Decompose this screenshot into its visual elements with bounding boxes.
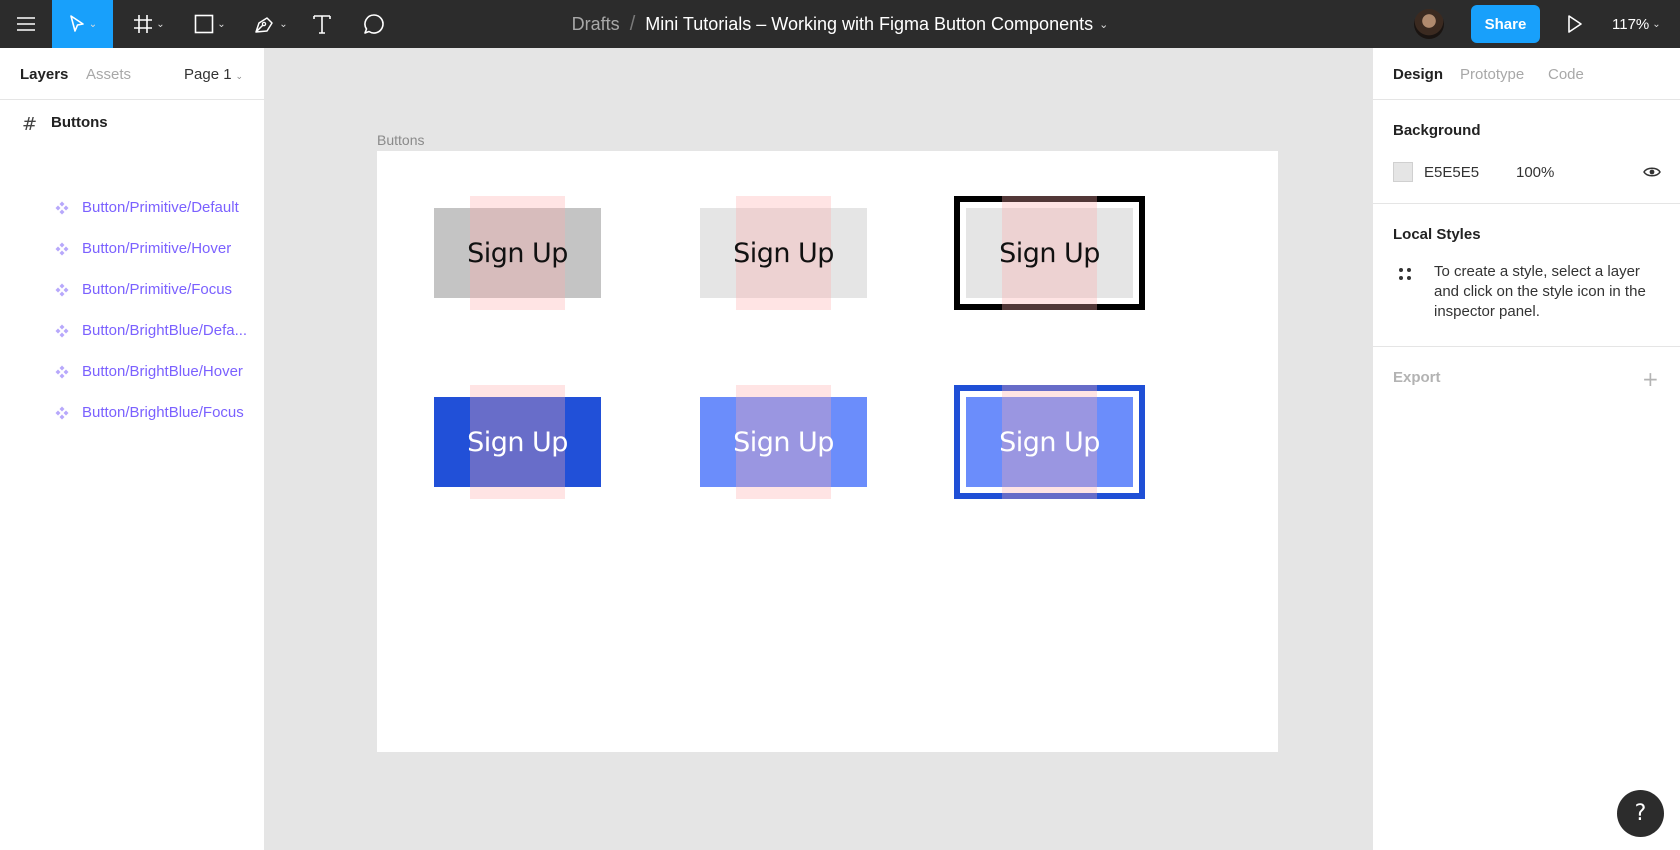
play-icon: [1568, 15, 1582, 33]
frame-icon: [134, 15, 153, 33]
layers-panel: Layers Assets Page 1 ⌄ # Buttons Button/P…: [0, 48, 265, 850]
layer-label: Buttons: [51, 114, 108, 131]
avatar[interactable]: [1414, 9, 1444, 39]
tab-assets[interactable]: Assets: [86, 66, 131, 83]
background-hex-input[interactable]: E5E5E5: [1424, 164, 1479, 181]
layer-item[interactable]: Button/BrightBlue/Focus: [0, 396, 264, 428]
pen-icon: [255, 17, 274, 33]
layer-label: Button/BrightBlue/Focus: [82, 404, 244, 421]
layer-label: Button/BrightBlue/Hover: [82, 363, 243, 380]
right-panel-tabs: Design Prototype Code: [1373, 48, 1680, 100]
eye-icon[interactable]: [1643, 164, 1661, 180]
comment-icon: [364, 14, 384, 34]
zoom-level: 117%: [1612, 15, 1650, 33]
component-icon: [55, 201, 69, 215]
file-name[interactable]: Mini Tutorials – Working with Figma Butt…: [645, 14, 1093, 35]
canvas-frame[interactable]: Sign Up Sign Up Sign Up Sign Up Sign Up Sign …: [377, 151, 1278, 752]
sign-up-button[interactable]: Sign Up: [700, 196, 867, 310]
left-panel-tabs: Layers Assets Page 1 ⌄: [0, 48, 264, 100]
menu-icon[interactable]: [0, 0, 52, 48]
share-button[interactable]: Share: [1471, 5, 1540, 43]
zoom-menu[interactable]: 117% ⌄: [1612, 0, 1661, 48]
export-heading: Export: [1393, 369, 1441, 386]
layer-label: Button/BrightBlue/Defa...: [82, 322, 248, 339]
sign-up-button[interactable]: Sign Up: [434, 196, 601, 310]
rectangle-icon: [194, 14, 214, 34]
plus-icon[interactable]: +: [1642, 367, 1659, 391]
comment-tool-button[interactable]: [358, 0, 390, 48]
chevron-down-icon: ⌄: [1652, 18, 1661, 30]
button-label: Sign Up: [999, 237, 1100, 269]
layer-item[interactable]: Button/Primitive/Default: [0, 191, 264, 223]
frame-icon: #: [22, 114, 38, 135]
background-heading: Background: [1393, 122, 1481, 139]
tab-layers[interactable]: Layers: [20, 66, 68, 83]
button-label: Sign Up: [733, 426, 834, 458]
text-tool-button[interactable]: [307, 0, 337, 48]
local-styles-heading: Local Styles: [1393, 226, 1481, 243]
background-color-swatch[interactable]: [1393, 162, 1413, 182]
layer-label: Button/Primitive/Focus: [82, 281, 233, 298]
tab-design[interactable]: Design: [1393, 66, 1443, 83]
chevron-down-icon: ⌄: [279, 18, 288, 30]
sign-up-button[interactable]: Sign Up: [966, 385, 1133, 499]
page-selector[interactable]: Page 1 ⌄: [184, 66, 243, 83]
layer-frame-buttons[interactable]: # Buttons: [0, 104, 264, 140]
sign-up-button[interactable]: Sign Up: [966, 196, 1133, 310]
layer-label: Button/Primitive/Default: [82, 199, 239, 216]
move-icon: [69, 15, 84, 32]
chevron-down-icon[interactable]: ⌄: [1099, 18, 1108, 31]
component-icon: [55, 406, 69, 420]
styles-icon: [1399, 268, 1411, 280]
background-opacity-input[interactable]: 100%: [1516, 164, 1554, 181]
page-name: Page 1: [184, 66, 232, 83]
layer-item[interactable]: Button/BrightBlue/Hover: [0, 355, 264, 387]
component-icon: [55, 283, 69, 297]
export-section: Export +: [1373, 347, 1680, 411]
breadcrumb-drafts[interactable]: Drafts: [572, 14, 620, 35]
pen-tool-button[interactable]: ⌄: [246, 0, 296, 48]
local-styles-section: Local Styles To create a style, select a…: [1373, 204, 1680, 347]
frame-tool-button[interactable]: ⌄: [124, 0, 174, 48]
move-tool-button[interactable]: ⌄: [52, 0, 113, 48]
background-section: Background E5E5E5 100%: [1373, 100, 1680, 204]
present-button[interactable]: [1562, 12, 1586, 36]
component-icon: [55, 242, 69, 256]
text-icon: [313, 15, 331, 34]
sign-up-button[interactable]: Sign Up: [700, 385, 867, 499]
sign-up-button[interactable]: Sign Up: [434, 385, 601, 499]
breadcrumb-separator: /: [629, 12, 636, 35]
design-panel: Design Prototype Code Background E5E5E5 …: [1372, 48, 1680, 850]
component-icon: [55, 365, 69, 379]
layer-item[interactable]: Button/Primitive/Focus: [0, 273, 264, 305]
button-label: Sign Up: [467, 426, 568, 458]
help-button[interactable]: ?: [1617, 790, 1664, 837]
local-styles-hint: To create a style, select a layer and cl…: [1434, 263, 1646, 320]
chevron-down-icon: ⌄: [217, 18, 226, 30]
layer-item[interactable]: Button/Primitive/Hover: [0, 232, 264, 264]
component-icon: [55, 324, 69, 338]
tab-code[interactable]: Code: [1548, 66, 1584, 83]
layer-item[interactable]: Button/BrightBlue/Defa...: [0, 314, 264, 346]
chevron-down-icon: ⌄: [88, 18, 98, 30]
button-label: Sign Up: [467, 237, 568, 269]
chevron-down-icon: ⌄: [235, 72, 244, 82]
button-label: Sign Up: [999, 426, 1100, 458]
button-label: Sign Up: [733, 237, 834, 269]
toolbar: ⌄ ⌄ ⌄ ⌄ Drafts / Mini Tutorials – Workin…: [0, 0, 1680, 48]
frame-label[interactable]: Buttons: [377, 132, 424, 148]
rectangle-tool-button[interactable]: ⌄: [185, 0, 235, 48]
tab-prototype[interactable]: Prototype: [1460, 66, 1524, 83]
chevron-down-icon: ⌄: [156, 18, 165, 30]
layer-label: Button/Primitive/Hover: [82, 240, 232, 257]
